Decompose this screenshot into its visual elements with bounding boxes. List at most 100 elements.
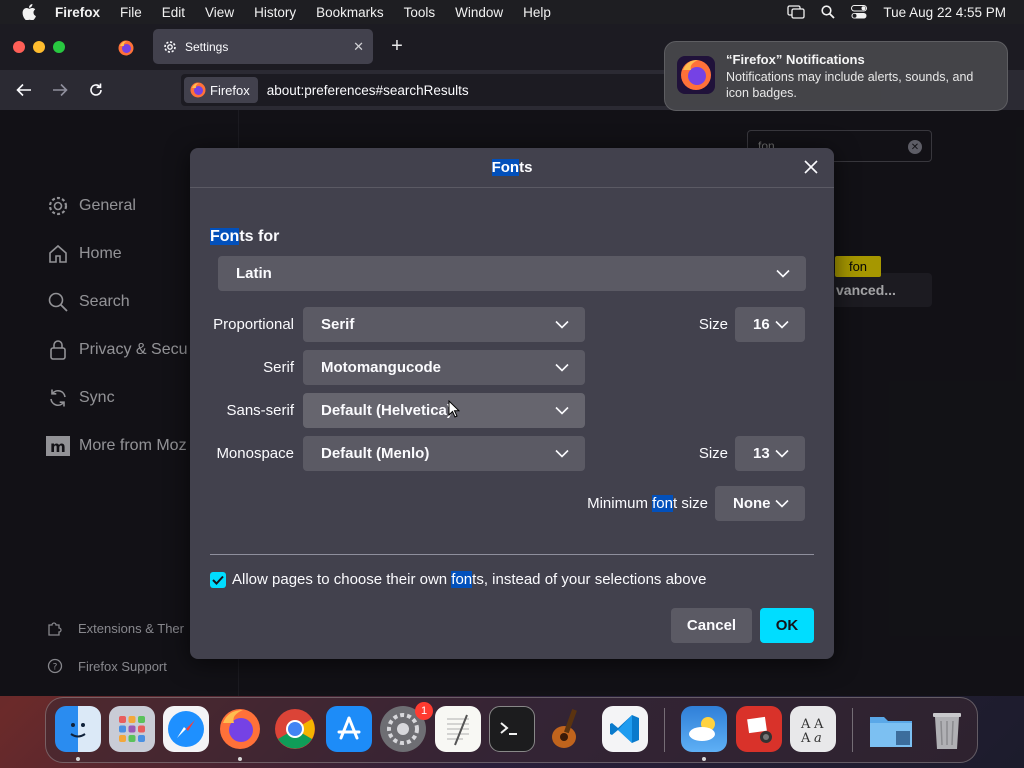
dock-separator — [664, 708, 665, 752]
firefox-icon — [118, 40, 134, 56]
label-highlight: fon — [652, 495, 673, 512]
menu-help[interactable]: Help — [513, 5, 561, 20]
proportional-select[interactable]: Serif — [303, 307, 585, 342]
tab-close-icon[interactable]: ✕ — [353, 39, 364, 55]
menu-file[interactable]: File — [110, 5, 152, 20]
menu-tools[interactable]: Tools — [394, 5, 446, 20]
menu-window[interactable]: Window — [445, 5, 513, 20]
chevron-down-icon — [555, 449, 569, 459]
chrome-icon[interactable] — [272, 706, 318, 752]
monospace-size-value: 13 — [753, 445, 770, 462]
window-minimize-button[interactable] — [33, 41, 45, 53]
monospace-select[interactable]: Default (Menlo) — [303, 436, 585, 471]
terminal-icon[interactable] — [489, 706, 535, 752]
chevron-down-icon — [775, 320, 789, 330]
notification-title: “Firefox” Notifications — [726, 52, 865, 67]
textedit-icon[interactable] — [435, 706, 481, 752]
firefox-icon — [677, 56, 715, 94]
serif-label: Serif — [263, 359, 294, 376]
gear-icon — [162, 39, 178, 55]
notification-banner[interactable]: “Firefox” Notifications Notifications ma… — [664, 41, 1008, 111]
monospace-label: Monospace — [216, 445, 294, 462]
dialog-divider — [210, 554, 814, 555]
tab-settings[interactable]: Settings ✕ — [153, 29, 373, 64]
svg-text:A: A — [800, 731, 811, 746]
firefox-icon[interactable] — [217, 706, 263, 752]
allow-pages-fonts-label[interactable]: Allow pages to choose their own fonts, i… — [232, 571, 706, 588]
garageband-icon[interactable] — [543, 706, 589, 752]
serif-value: Motomangucode — [321, 359, 441, 376]
svg-text:a: a — [814, 731, 822, 746]
proportional-label: Proportional — [213, 316, 294, 333]
heading-rest: ts for — [239, 228, 280, 245]
label-part: ts, instead of your selections above — [472, 571, 707, 588]
monospace-value: Default (Menlo) — [321, 445, 430, 462]
finder-running-indicator — [76, 757, 80, 761]
serif-select[interactable]: Motomangucode — [303, 350, 585, 385]
safari-icon[interactable] — [163, 706, 209, 752]
monospace-size-label: Size — [698, 445, 728, 462]
finder-icon[interactable] — [55, 706, 101, 752]
weather-running-indicator — [702, 757, 706, 761]
url-text[interactable]: about:preferences#searchResults — [267, 83, 469, 98]
apple-icon[interactable] — [19, 4, 39, 20]
launchpad-icon[interactable] — [109, 706, 155, 752]
menu-bookmarks[interactable]: Bookmarks — [306, 5, 394, 20]
identity-label: Firefox — [210, 82, 250, 98]
dock-separator — [852, 708, 853, 752]
spotlight-search-icon[interactable] — [821, 5, 836, 19]
menu-history[interactable]: History — [244, 5, 306, 20]
title-rest: ts — [519, 159, 533, 176]
chevron-down-icon — [775, 449, 789, 459]
menu-edit[interactable]: Edit — [152, 5, 195, 20]
reload-icon[interactable] — [84, 78, 108, 102]
control-center-icon[interactable] — [851, 5, 868, 19]
window-zoom-button[interactable] — [53, 41, 65, 53]
label-part: t size — [672, 495, 708, 512]
forward-icon[interactable] — [48, 78, 72, 102]
weather-icon[interactable] — [681, 706, 727, 752]
label-part: Minimum — [587, 495, 653, 512]
checkmark-icon — [212, 575, 224, 585]
sans-serif-value: Default (Helvetica) — [321, 402, 452, 419]
menu-view[interactable]: View — [195, 5, 244, 20]
minimum-font-size-select[interactable]: None — [715, 486, 805, 521]
photo-booth-icon[interactable] — [736, 706, 782, 752]
app-store-icon[interactable] — [326, 706, 372, 752]
sans-serif-select[interactable]: Default (Helvetica) — [303, 393, 585, 428]
font-book-icon[interactable]: AAAa — [790, 706, 836, 752]
clock[interactable]: Tue Aug 22 4:55 PM — [883, 5, 1006, 20]
language-select[interactable]: Latin — [218, 256, 806, 291]
vscode-icon[interactable] — [602, 706, 648, 752]
chevron-down-icon — [775, 499, 789, 509]
label-part: Allow pages to choose their own — [232, 571, 452, 588]
downloads-folder-icon[interactable] — [868, 706, 914, 752]
language-value: Latin — [236, 265, 272, 282]
settings-badge: 1 — [415, 702, 433, 720]
svg-text:A: A — [800, 717, 811, 732]
identity-box[interactable]: Firefox — [184, 77, 258, 103]
dock: 1 AAAa — [45, 697, 978, 763]
minimum-font-size-label: Minimum font size — [560, 495, 708, 512]
cancel-button[interactable]: Cancel — [671, 608, 752, 643]
dialog-title: Fon ts — [190, 148, 834, 188]
monospace-size-select[interactable]: 13 — [735, 436, 805, 471]
proportional-size-select[interactable]: 16 — [735, 307, 805, 342]
sans-serif-label: Sans-serif — [226, 402, 294, 419]
allow-pages-fonts-checkbox[interactable] — [210, 572, 226, 588]
window-close-button[interactable] — [13, 41, 25, 53]
tab-title: Settings — [185, 39, 229, 54]
chevron-down-icon — [776, 269, 790, 279]
new-tab-button[interactable]: + — [386, 34, 408, 58]
fonts-dialog: Fon ts Fonts for Latin Proportional Serif… — [190, 148, 834, 659]
pinned-firefox-tab[interactable] — [108, 31, 144, 65]
ok-button[interactable]: OK — [760, 608, 814, 643]
label-highlight: fon — [451, 571, 473, 588]
notification-body: Notifications may include alerts, sounds… — [726, 70, 974, 100]
menu-app-name[interactable]: Firefox — [51, 5, 110, 20]
screen-mirroring-icon[interactable] — [787, 5, 806, 19]
trash-icon[interactable] — [924, 706, 970, 752]
chevron-down-icon — [555, 406, 569, 416]
back-icon[interactable] — [12, 78, 36, 102]
dialog-close-icon[interactable] — [800, 156, 822, 178]
